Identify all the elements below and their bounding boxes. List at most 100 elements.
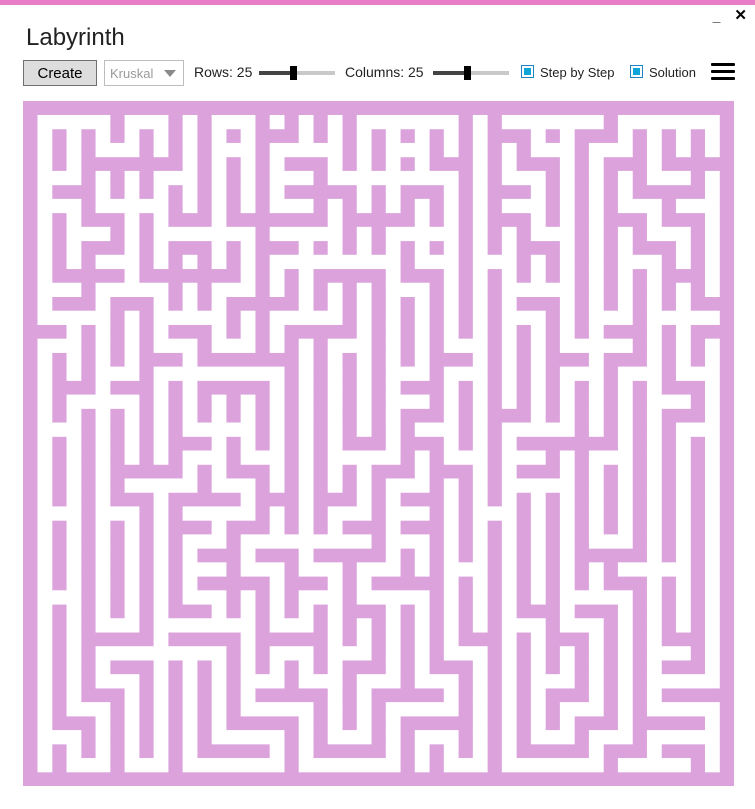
hamburger-menu-button[interactable] <box>711 63 735 81</box>
maze-passage <box>617 604 633 619</box>
maze-passage <box>414 338 430 353</box>
maze-passage <box>617 296 633 311</box>
maze-passage <box>124 450 140 465</box>
maze-passage <box>327 212 343 228</box>
maze-passage <box>327 114 343 130</box>
maze-passage <box>356 576 372 591</box>
hamburger-icon <box>711 63 735 66</box>
maze-passage <box>269 422 285 437</box>
maze-passage <box>66 436 82 451</box>
columns-slider[interactable] <box>433 66 509 80</box>
maze-passage <box>385 716 401 731</box>
maze-passage <box>211 296 227 311</box>
maze-passage <box>617 198 662 214</box>
maze-passage <box>37 492 53 507</box>
maze-passage <box>153 436 169 451</box>
maze-passage <box>588 506 604 521</box>
maze-passage <box>559 660 575 675</box>
maze-passage <box>559 212 575 228</box>
maze-passage <box>385 296 401 311</box>
maze-passage <box>95 324 111 339</box>
maze-passage <box>443 268 459 284</box>
maze-passage <box>559 506 575 521</box>
create-button[interactable]: Create <box>23 60 97 86</box>
maze-passage <box>153 184 169 200</box>
maze-passage <box>37 450 53 465</box>
maze-passage <box>443 184 459 200</box>
maze-passage <box>95 184 111 200</box>
maze-passage <box>385 310 401 325</box>
maze-passage <box>124 590 140 605</box>
maze-passage <box>501 618 546 633</box>
maze-passage <box>356 632 372 647</box>
maze-passage <box>356 702 372 717</box>
maze-passage <box>37 380 53 395</box>
maze-passage <box>646 506 662 521</box>
maze-passage <box>153 730 169 745</box>
maze-passage <box>646 464 662 479</box>
maze-passage <box>559 156 575 172</box>
minimize-button[interactable]: _ <box>713 8 721 24</box>
maze-passage <box>153 702 169 717</box>
maze-passage <box>95 618 140 633</box>
maze-passage <box>66 352 82 367</box>
maze-passage <box>153 422 169 437</box>
maze-passage <box>385 506 430 521</box>
maze-passage <box>704 562 720 577</box>
maze-passage <box>240 492 256 507</box>
algorithm-select[interactable]: Kruskal <box>104 60 184 86</box>
maze-passage <box>182 590 227 605</box>
maze-passage <box>298 114 314 130</box>
maze-passage <box>66 604 82 619</box>
maze-passage <box>704 268 720 284</box>
maze-passage <box>240 156 256 172</box>
maze-passage <box>124 576 140 591</box>
maze-passage <box>66 324 82 339</box>
maze-passage <box>588 730 633 745</box>
rows-slider[interactable] <box>259 66 335 80</box>
maze-passage <box>240 408 256 423</box>
maze-passage <box>153 254 169 270</box>
maze-passage <box>37 548 53 563</box>
maze-passage <box>95 520 111 535</box>
maze-passage <box>501 716 517 731</box>
maze-passage <box>588 212 604 228</box>
maze-passage <box>646 590 662 605</box>
rows-slider-thumb[interactable] <box>290 66 298 80</box>
maze-passage <box>675 534 691 549</box>
maze-passage <box>153 632 169 647</box>
maze-passage <box>588 674 604 689</box>
maze-passage <box>559 492 575 507</box>
maze-passage <box>385 632 401 647</box>
toolbar: Create Kruskal Rows: 25 Columns: 25 Step… <box>23 60 735 86</box>
maze-passage <box>356 226 372 242</box>
maze-passage <box>385 198 401 214</box>
maze-passage <box>95 730 111 745</box>
maze-passage <box>646 128 662 144</box>
maze-passage <box>559 562 575 577</box>
maze-passage <box>443 296 459 311</box>
maze-passage <box>530 212 546 228</box>
maze-passage <box>269 170 314 186</box>
maze-passage <box>153 660 169 675</box>
columns-slider-thumb[interactable] <box>464 66 472 80</box>
maze-passage <box>414 464 430 479</box>
maze-passage <box>472 170 488 186</box>
step-by-step-checkbox[interactable] <box>521 65 534 78</box>
maze-passage <box>211 338 256 353</box>
close-button[interactable]: ✕ <box>734 8 747 24</box>
maze-passage <box>327 352 343 367</box>
maze-passage <box>298 338 314 353</box>
maze-passage <box>675 128 691 144</box>
maze-passage <box>298 478 314 493</box>
maze-passage <box>414 128 430 144</box>
maze-passage <box>472 394 488 409</box>
maze-passage <box>37 562 53 577</box>
maze-passage <box>472 310 488 325</box>
maze-passage <box>588 240 604 256</box>
maze-passage <box>327 338 372 353</box>
maze-passage <box>443 338 488 353</box>
solution-checkbox[interactable] <box>630 65 643 78</box>
maze-passage <box>66 226 111 242</box>
maze-passage <box>617 282 633 298</box>
